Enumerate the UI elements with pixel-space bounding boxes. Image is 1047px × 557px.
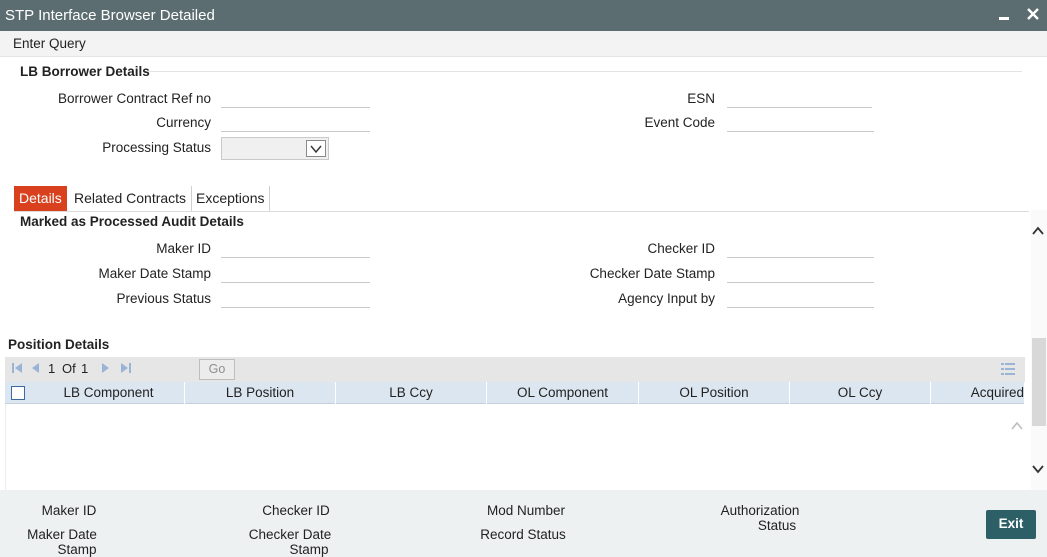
close-icon[interactable]: [1022, 5, 1044, 27]
chevron-down-icon[interactable]: [306, 140, 326, 157]
footer-record-status-label: Record Status: [480, 527, 566, 542]
maker-id-label: Maker ID: [156, 241, 211, 256]
enter-query-menu-item[interactable]: Enter Query: [13, 36, 86, 51]
position-section-title: Position Details: [8, 337, 110, 352]
previous-page-icon[interactable]: [30, 362, 40, 377]
column-header-ol-ccy[interactable]: OL Ccy: [790, 382, 931, 404]
menu-bar: Enter Query: [0, 31, 1047, 57]
exit-button[interactable]: Exit: [986, 510, 1036, 539]
checker-id-label: Checker ID: [647, 241, 715, 256]
checker-id-input[interactable]: [727, 239, 874, 258]
column-header-lb-ccy[interactable]: LB Ccy: [336, 382, 487, 404]
audit-footer: Maker ID Maker Date Stamp Checker ID Che…: [0, 490, 1047, 557]
footer-authorization-label-line1: Authorization: [720, 503, 800, 518]
window-title: STP Interface Browser Detailed: [5, 7, 215, 24]
page-scrollbar-thumb[interactable]: [1032, 338, 1046, 426]
position-grid-header: LB Component LB Position LB Ccy OL Compo…: [5, 382, 1025, 404]
scroll-down-icon[interactable]: [1031, 462, 1045, 478]
footer-maker-date-label-line2: Stamp: [57, 542, 97, 557]
event-code-input[interactable]: [727, 113, 874, 132]
footer-maker-id-label: Maker ID: [41, 503, 97, 518]
footer-checker-date-label-line1: Checker Date: [248, 527, 332, 542]
previous-status-input[interactable]: [221, 289, 370, 308]
scroll-up-icon[interactable]: [1031, 224, 1045, 240]
maker-date-input[interactable]: [221, 264, 370, 283]
processing-status-select[interactable]: [221, 137, 329, 160]
tab-details[interactable]: Details: [14, 186, 67, 211]
current-page-number: 1: [48, 361, 56, 376]
minimize-icon[interactable]: [993, 6, 1015, 28]
column-header-lb-position[interactable]: LB Position: [185, 382, 336, 404]
footer-checker-date-label-line2: Stamp: [289, 542, 329, 557]
currency-input[interactable]: [221, 113, 370, 132]
column-header-ol-component[interactable]: OL Component: [487, 382, 639, 404]
tab-strip-divider: [14, 211, 1029, 212]
tab-related-contracts[interactable]: Related Contracts: [69, 186, 193, 211]
position-grid-body: [5, 404, 1025, 490]
maker-date-label: Maker Date Stamp: [98, 266, 211, 281]
footer-maker-date-label-line1: Maker Date: [27, 527, 97, 542]
currency-label: Currency: [156, 115, 211, 130]
total-pages-number: 1: [81, 361, 89, 376]
page-scrollbar[interactable]: [1031, 210, 1047, 490]
position-grid-toolbar: 1 Of 1 Go: [5, 357, 1025, 382]
processing-status-label: Processing Status: [102, 140, 211, 155]
agency-input-field[interactable]: [727, 289, 874, 308]
borrower-section-title: LB Borrower Details: [20, 64, 150, 79]
maker-id-input[interactable]: [221, 239, 370, 258]
esn-input[interactable]: [727, 89, 872, 108]
audit-section-title: Marked as Processed Audit Details: [20, 214, 244, 229]
footer-authorization-label-line2: Status: [757, 518, 797, 533]
next-page-icon[interactable]: [101, 362, 111, 377]
previous-status-label: Previous Status: [116, 291, 211, 306]
grid-scroll-up-icon[interactable]: [1010, 418, 1024, 434]
column-header-lb-component[interactable]: LB Component: [33, 382, 185, 404]
go-button[interactable]: Go: [199, 359, 235, 380]
select-all-checkbox[interactable]: [11, 386, 25, 400]
agency-input-label: Agency Input by: [618, 291, 715, 306]
last-page-icon[interactable]: [120, 362, 132, 377]
contract-ref-input[interactable]: [221, 89, 370, 108]
footer-mod-number-label: Mod Number: [486, 503, 566, 518]
column-header-ol-position[interactable]: OL Position: [639, 382, 790, 404]
first-page-icon[interactable]: [11, 362, 23, 377]
checker-date-label: Checker Date Stamp: [589, 266, 715, 281]
page-of-label: Of: [62, 361, 76, 376]
event-code-label: Event Code: [644, 115, 715, 130]
esn-label: ESN: [687, 91, 715, 106]
column-header-acquired[interactable]: Acquired: [931, 382, 1025, 404]
footer-checker-id-label: Checker ID: [262, 503, 330, 518]
borrower-section-divider: [148, 71, 1022, 72]
column-settings-icon[interactable]: [1001, 362, 1015, 379]
checker-date-input[interactable]: [727, 264, 874, 283]
tab-exceptions[interactable]: Exceptions: [191, 186, 271, 211]
contract-ref-label: Borrower Contract Ref no: [57, 91, 211, 106]
window-titlebar: STP Interface Browser Detailed: [0, 0, 1047, 31]
